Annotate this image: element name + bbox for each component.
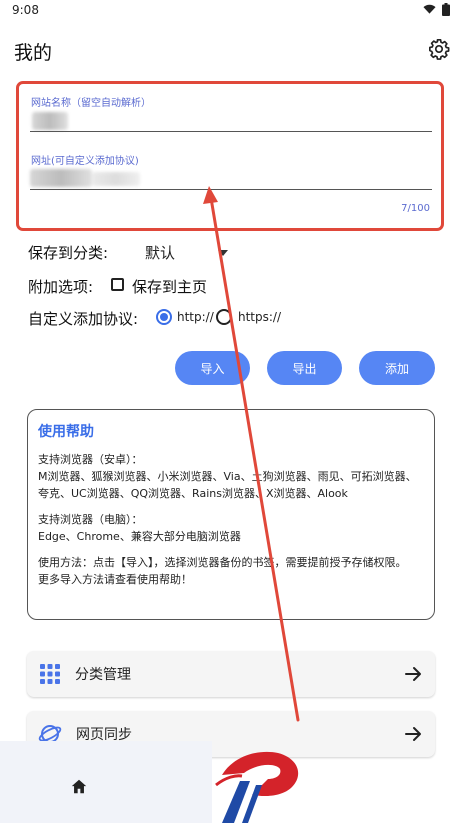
annotation-arrow bbox=[203, 186, 300, 722]
